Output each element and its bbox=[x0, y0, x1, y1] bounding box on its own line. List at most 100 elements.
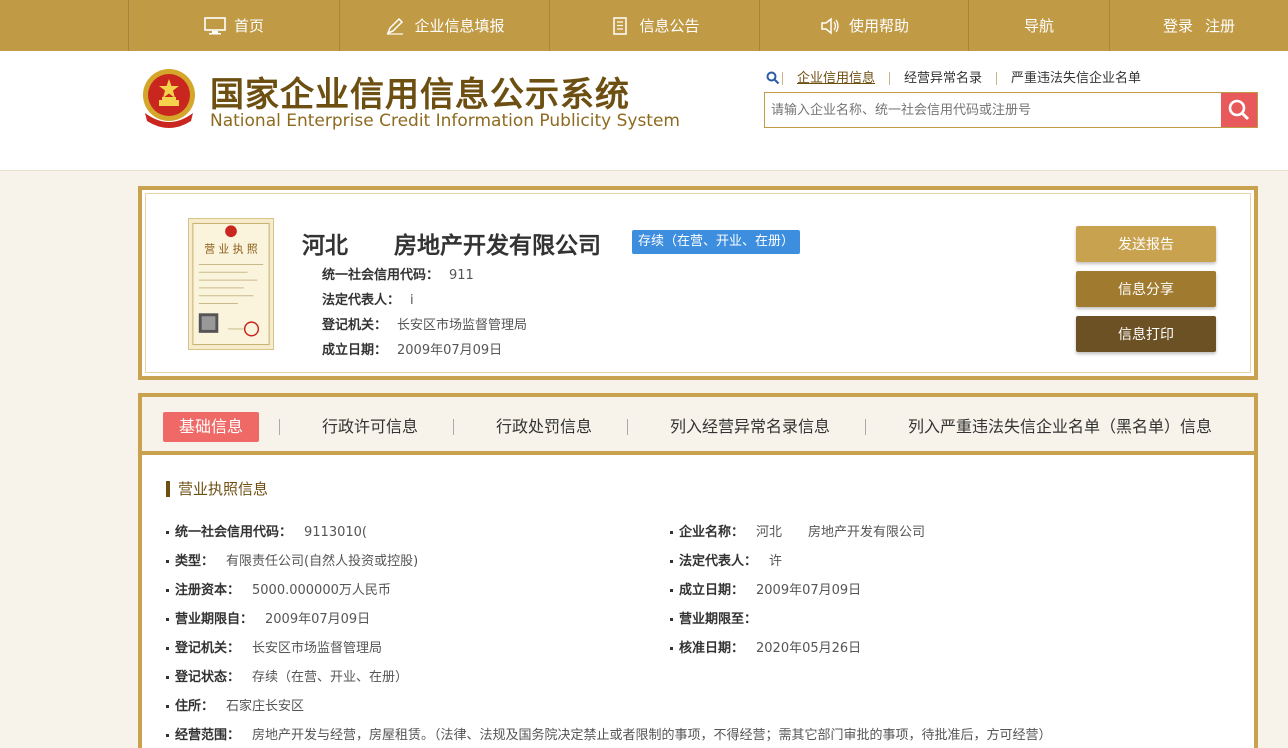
field-value: 石家庄长安区 bbox=[226, 699, 305, 714]
bullet bbox=[166, 705, 169, 708]
search-icon bbox=[766, 71, 780, 85]
registration-authority-label: 登记机关： bbox=[322, 318, 388, 333]
tab-divider bbox=[279, 419, 280, 435]
tab-blacklist[interactable]: 列入严重违法失信企业名单（黑名单）信息 bbox=[908, 412, 1212, 442]
nav-account: 登录 注册 bbox=[1109, 0, 1288, 51]
bullet bbox=[670, 560, 673, 563]
credit-code-label: 统一社会信用代码： bbox=[322, 268, 440, 283]
company-legal-rep: 法定代表人： i bbox=[322, 289, 414, 308]
field-value: 5000.000000万人民币 bbox=[252, 583, 391, 598]
nav-home[interactable]: 首页 bbox=[128, 0, 339, 51]
national-emblem-icon bbox=[139, 67, 199, 131]
search-button[interactable] bbox=[1221, 93, 1257, 127]
bullet bbox=[166, 618, 169, 621]
search-tab-abnormal-list[interactable]: 经营异常名录 bbox=[889, 71, 996, 85]
field-label: 登记机关： bbox=[175, 641, 241, 656]
field-established-date: 成立日期： 2009年07月09日 bbox=[670, 579, 861, 598]
speaker-icon bbox=[819, 16, 841, 35]
field-value: 河北 房地产开发有限公司 bbox=[756, 525, 926, 540]
search-tab-blacklist[interactable]: 严重违法失信企业名单 bbox=[996, 71, 1155, 85]
search-input[interactable] bbox=[765, 93, 1221, 127]
field-value: 长安区市场监督管理局 bbox=[252, 641, 383, 656]
bullet bbox=[670, 618, 673, 621]
field-value: 有限责任公司(自然人投资或控股) bbox=[226, 554, 419, 569]
svg-text:营 业 执 照: 营 业 执 照 bbox=[204, 243, 257, 256]
bullet bbox=[670, 531, 673, 534]
established-date-value: 2009年07月09日 bbox=[397, 343, 503, 358]
field-value: 2009年07月09日 bbox=[756, 583, 862, 598]
credit-code-value: 911 bbox=[449, 268, 474, 283]
tab-abnormal-operation[interactable]: 列入经营异常名录信息 bbox=[670, 412, 830, 442]
search-box bbox=[764, 92, 1258, 128]
field-label: 住所： bbox=[175, 699, 215, 714]
bullet bbox=[166, 589, 169, 592]
search-type-tabs: 企业信用信息 经营异常名录 严重违法失信企业名单 bbox=[766, 71, 1155, 85]
field-enterprise-name: 企业名称： 河北 房地产开发有限公司 bbox=[670, 521, 925, 540]
company-established-date: 成立日期： 2009年07月09日 bbox=[322, 339, 502, 358]
send-report-button[interactable]: 发送报告 bbox=[1076, 226, 1216, 262]
field-term-to: 营业期限至： bbox=[670, 608, 769, 627]
share-info-button[interactable]: 信息分享 bbox=[1076, 271, 1216, 307]
tab-divider bbox=[453, 419, 454, 435]
field-label: 营业期限至： bbox=[679, 612, 758, 627]
nav-enterprise-report-label: 企业信息填报 bbox=[414, 17, 505, 35]
business-license-thumbnail[interactable]: 营 业 执 照 bbox=[188, 218, 274, 350]
nav-navigation[interactable]: 导航 bbox=[968, 0, 1109, 51]
magnifier-icon bbox=[1227, 98, 1251, 122]
field-registered-capital: 注册资本： 5000.000000万人民币 bbox=[166, 579, 391, 598]
login-link[interactable]: 登录 bbox=[1163, 15, 1193, 36]
bullet bbox=[670, 647, 673, 650]
tab-administrative-license[interactable]: 行政许可信息 bbox=[322, 412, 418, 442]
field-label: 经营范围： bbox=[175, 728, 241, 743]
field-label: 登记状态： bbox=[175, 670, 241, 685]
nav-home-label: 首页 bbox=[233, 17, 264, 35]
field-approval-date: 核准日期： 2020年05月26日 bbox=[670, 637, 861, 656]
tab-basic-info[interactable]: 基础信息 bbox=[163, 412, 260, 442]
company-detail-panel: 基础信息 行政许可信息 行政处罚信息 列入经营异常名录信息 列入严重违法失信企业… bbox=[138, 393, 1258, 748]
section-title-business-license: 营业执照信息 bbox=[166, 481, 268, 497]
field-label: 成立日期： bbox=[679, 583, 745, 598]
bullet bbox=[166, 560, 169, 563]
field-value: 存续（在营、开业、在册） bbox=[252, 670, 409, 685]
nav-help[interactable]: 使用帮助 bbox=[759, 0, 968, 51]
field-type: 类型： 有限责任公司(自然人投资或控股) bbox=[166, 550, 418, 569]
pen-icon bbox=[384, 17, 406, 35]
field-business-scope: 经营范围： 房地产开发与经营，房屋租赁。（法律、法规及国务院决定禁止或者限制的事项… bbox=[166, 724, 1052, 743]
company-credit-code: 统一社会信用代码： 911 bbox=[322, 264, 474, 283]
field-value: 2020年05月26日 bbox=[756, 641, 862, 656]
field-value: 2009年07月09日 bbox=[265, 612, 371, 627]
field-label: 类型： bbox=[175, 554, 215, 569]
nav-announcement-label: 信息公告 bbox=[639, 17, 700, 35]
field-credit-code: 统一社会信用代码： 9113010( bbox=[166, 521, 367, 540]
nav-enterprise-report[interactable]: 企业信息填报 bbox=[339, 0, 549, 51]
search-tab-credit-info[interactable]: 企业信用信息 bbox=[782, 71, 889, 85]
detail-tabs: 基础信息 行政许可信息 行政处罚信息 列入经营异常名录信息 列入严重违法失信企业… bbox=[142, 397, 1254, 455]
legal-rep-value: i bbox=[410, 293, 414, 308]
nav-announcement[interactable]: 信息公告 bbox=[549, 0, 759, 51]
tab-administrative-penalty[interactable]: 行政处罚信息 bbox=[496, 412, 592, 442]
register-link[interactable]: 注册 bbox=[1205, 15, 1235, 36]
monitor-icon bbox=[204, 16, 226, 35]
site-title-cn: 国家企业信用信息公示系统 bbox=[210, 75, 630, 115]
status-badge: 存续（在营、开业、在册） bbox=[632, 230, 801, 254]
company-registration-authority: 登记机关： 长安区市场监督管理局 bbox=[322, 314, 527, 333]
field-registration-status: 登记状态： 存续（在营、开业、在册） bbox=[166, 666, 408, 685]
company-summary-card: 营 业 执 照 河北 房地产开发有限公司 存续（在营、开业、在册） 统一社会信用… bbox=[138, 186, 1258, 380]
nav-help-label: 使用帮助 bbox=[848, 17, 909, 35]
tab-divider bbox=[627, 419, 628, 435]
field-legal-representative: 法定代表人： 许 bbox=[670, 550, 782, 569]
field-value: 房地产开发与经营，房屋租赁。（法律、法规及国务院决定禁止或者限制的事项，不得经营… bbox=[252, 728, 1052, 743]
field-label: 统一社会信用代码： bbox=[175, 525, 293, 540]
field-label: 企业名称： bbox=[679, 525, 745, 540]
bullet bbox=[670, 589, 673, 592]
bullet bbox=[166, 647, 169, 650]
established-date-label: 成立日期： bbox=[322, 343, 388, 358]
top-navigation-bar: 首页 企业信息填报 信息公告 使用帮助 导航 登录 注册 bbox=[0, 0, 1288, 51]
field-registration-authority: 登记机关： 长安区市场监督管理局 bbox=[166, 637, 382, 656]
legal-rep-label: 法定代表人： bbox=[322, 293, 401, 308]
field-address: 住所： 石家庄长安区 bbox=[166, 695, 304, 714]
field-label: 营业期限自： bbox=[175, 612, 254, 627]
tab-divider bbox=[865, 419, 866, 435]
document-icon bbox=[609, 16, 631, 35]
print-info-button[interactable]: 信息打印 bbox=[1076, 316, 1216, 352]
